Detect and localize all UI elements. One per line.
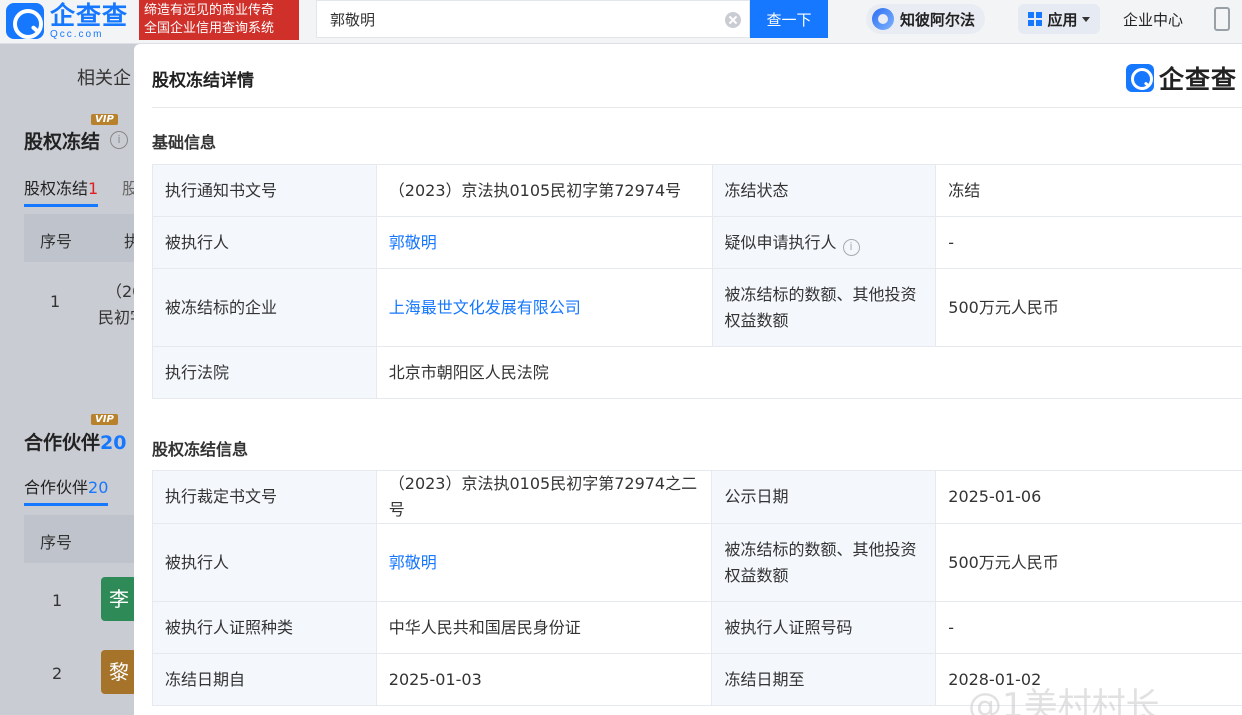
vip-badge: VIP — [91, 114, 118, 125]
table-row: 执行法院 北京市朝阳区人民法院 — [152, 346, 1242, 399]
field-label: 被执行人证照号码 — [711, 601, 937, 654]
field-value: 500万元人民币 — [935, 268, 1242, 347]
executed-person-link[interactable]: 郭敬明 — [375, 216, 713, 269]
table-row-index: 1 — [50, 292, 61, 311]
watermark-text: @1美村村长 — [968, 686, 1160, 715]
field-label: 被执行人 — [152, 523, 377, 602]
subtab-equity-freeze[interactable]: 股权冻结1 — [24, 175, 99, 207]
enterprise-center-link[interactable]: 企业中心 — [1123, 9, 1183, 30]
field-label: 冻结状态 — [711, 164, 937, 217]
section-title-equity-freeze: 股权冻结 — [24, 131, 101, 153]
search-box — [316, 0, 750, 38]
info-icon[interactable]: i — [842, 238, 860, 256]
apps-label: 应用 — [1047, 10, 1078, 29]
field-value: （2023）京法执0105民初字第72974号 — [375, 164, 713, 217]
qcc-logo-icon — [1126, 64, 1154, 92]
field-label: 执行通知书文号 — [152, 164, 377, 217]
table-row: 执行通知书文号 （2023）京法执0105民初字第72974号 冻结状态 冻结 — [152, 164, 1242, 217]
qcc-logo-icon — [6, 3, 44, 39]
apps-menu-button[interactable]: 应用 — [1018, 4, 1100, 34]
field-value: 2025-01-06 — [935, 470, 1242, 524]
mobile-phone-icon[interactable] — [1214, 7, 1230, 31]
freeze-info-title: 股权冻结信息 — [152, 440, 249, 459]
zbaef-label: 知彼阿尔法 — [900, 10, 976, 29]
vip-badge: VIP — [91, 414, 118, 425]
field-value: - — [935, 601, 1242, 654]
tab-related-companies[interactable]: 相关企 — [77, 64, 131, 90]
clear-icon[interactable] — [725, 12, 741, 28]
table-row-index: 1 — [52, 591, 63, 610]
qcc-modal-logo: 企查查 — [1126, 60, 1237, 96]
top-header: 企查查 Qcc.com 缔造有远见的商业传奇 全国企业信用查询系统 查一下 知彼… — [0, 0, 1242, 44]
avatar[interactable]: 李 — [101, 577, 137, 621]
search-button[interactable]: 查一下 — [750, 0, 828, 38]
field-value: 冻结 — [935, 164, 1242, 217]
field-label: 被冻结标的数额、其他投资权益数额 — [711, 523, 937, 602]
table-row: 被执行人证照种类 中华人民共和国居民身份证 被执行人证照号码 - — [152, 601, 1242, 654]
avatar[interactable]: 黎 — [101, 650, 137, 694]
slogan-line-2: 全国企业信用查询系统 — [144, 21, 275, 36]
field-label-with-hint: 疑似申请执行人 i — [711, 216, 937, 269]
table-row-index: 2 — [52, 664, 63, 683]
basic-info-title: 基础信息 — [152, 133, 217, 152]
field-label: 公示日期 — [711, 470, 937, 524]
table-row: 被冻结标的企业 上海最世文化发展有限公司 被冻结标的数额、其他投资权益数额 50… — [152, 268, 1242, 347]
logo-name: 企查查 — [50, 0, 129, 30]
field-value: （2023）京法执0105民初字第72974之二号 — [375, 470, 713, 524]
field-label: 被执行人证照种类 — [152, 601, 377, 654]
modal-title: 股权冻结详情 — [152, 71, 254, 91]
column-index-header: 序号 — [40, 533, 73, 552]
logo-domain: Qcc.com — [50, 28, 104, 40]
slogan-banner: 缔造有远见的商业传奇 全国企业信用查询系统 — [139, 0, 299, 40]
table-header: 序号 执 — [24, 214, 140, 262]
basic-info-table: 执行通知书文号 （2023）京法执0105民初字第72974号 冻结状态 冻结 … — [152, 164, 1242, 399]
alpha-logo-icon — [872, 8, 894, 30]
field-label: 被冻结标的数额、其他投资权益数额 — [711, 268, 937, 347]
table-header: 序号 — [24, 515, 136, 563]
info-icon[interactable]: i — [110, 131, 128, 149]
field-value: 2025-01-03 — [375, 653, 713, 706]
field-value: 中华人民共和国居民身份证 — [375, 601, 713, 654]
table-row: 被执行人 郭敬明 被冻结标的数额、其他投资权益数额 500万元人民币 — [152, 523, 1242, 602]
table-row: 被执行人 郭敬明 疑似申请执行人 i - — [152, 216, 1242, 269]
frozen-company-link[interactable]: 上海最世文化发展有限公司 — [375, 268, 713, 347]
slogan-line-1: 缔造有远见的商业传奇 — [144, 3, 275, 18]
field-label: 被执行人 — [152, 216, 377, 269]
field-label: 冻结日期自 — [152, 653, 377, 706]
modal-divider — [152, 107, 1242, 108]
equity-freeze-detail-modal: 股权冻结详情 企查查 基础信息 执行通知书文号 （2023）京法执0105民初字… — [134, 44, 1242, 715]
field-value: 北京市朝阳区人民法院 — [375, 346, 1242, 399]
modal-logo-text: 企查查 — [1159, 65, 1238, 94]
section-title-partners: 合作伙伴20 — [24, 432, 127, 454]
qcc-logo[interactable]: 企查查 Qcc.com — [6, 2, 128, 40]
table-row: 执行裁定书文号 （2023）京法执0105民初字第72974之二号 公示日期 2… — [152, 470, 1242, 524]
field-value: 500万元人民币 — [935, 523, 1242, 602]
field-label: 执行裁定书文号 — [152, 470, 377, 524]
column-index-header: 序号 — [40, 232, 73, 251]
field-label: 冻结日期至 — [711, 653, 937, 706]
search-input[interactable] — [317, 1, 717, 37]
zbaef-alpha-button[interactable]: 知彼阿尔法 — [866, 4, 986, 34]
subtab-partners[interactable]: 合作伙伴20 — [24, 474, 109, 506]
field-label: 执行法院 — [152, 346, 377, 399]
chevron-down-icon — [1081, 16, 1090, 22]
field-value: - — [935, 216, 1242, 269]
field-label: 被冻结标的企业 — [152, 268, 377, 347]
executed-person-link[interactable]: 郭敬明 — [375, 523, 713, 602]
grid-icon — [1028, 12, 1043, 26]
freeze-info-table: 执行裁定书文号 （2023）京法执0105民初字第72974之二号 公示日期 2… — [152, 470, 1242, 706]
